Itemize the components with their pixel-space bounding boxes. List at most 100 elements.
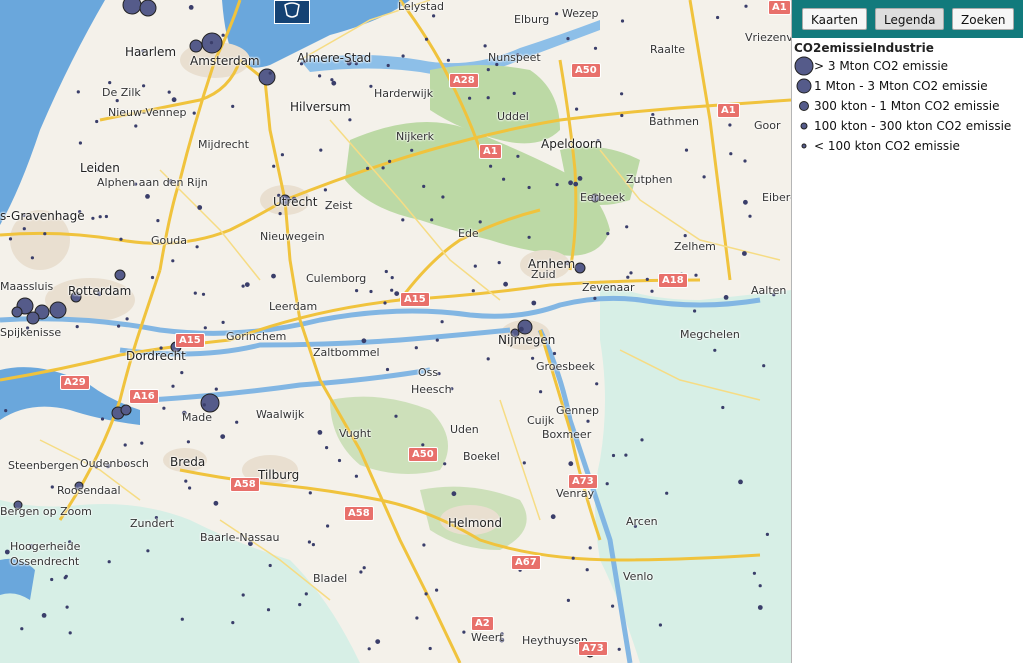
- highway-shield: A73: [568, 474, 598, 489]
- emission-marker-tiny: [575, 107, 579, 111]
- emission-marker-tiny: [369, 289, 373, 294]
- emission-marker-tiny: [605, 482, 609, 486]
- emission-marker-tiny: [50, 485, 54, 489]
- city-label: Eerbeek: [580, 191, 626, 204]
- city-label: Haarlem: [125, 45, 177, 59]
- emission-marker-tiny: [203, 326, 207, 330]
- emission-marker-tiny: [486, 357, 490, 361]
- emission-marker-large[interactable]: [258, 68, 276, 86]
- city-label: Dordrecht: [126, 349, 186, 363]
- emission-marker-tiny: [742, 251, 747, 256]
- highway-shield: A28: [449, 73, 479, 88]
- city-label: Ede: [458, 227, 479, 240]
- circle-small-icon: [800, 122, 808, 130]
- emission-marker-tiny: [723, 295, 729, 300]
- city-label: Weert: [471, 631, 504, 644]
- emission-marker-tiny: [355, 289, 359, 293]
- emission-marker-tiny: [522, 461, 526, 465]
- emission-marker-tiny: [214, 387, 218, 391]
- emission-marker-tiny: [743, 159, 747, 163]
- emission-marker-tiny: [422, 184, 426, 188]
- emission-marker-large[interactable]: [200, 393, 220, 413]
- emission-marker-tiny: [272, 164, 276, 168]
- city-label: Gorinchem: [226, 330, 287, 343]
- emission-marker-tiny: [721, 405, 725, 410]
- emission-marker-tiny: [414, 346, 418, 350]
- emission-marker-tiny: [330, 78, 334, 82]
- emission-marker-tiny: [319, 148, 323, 152]
- city-label: Steenbergen: [8, 459, 79, 472]
- emission-marker-tiny: [180, 617, 184, 621]
- emission-marker-tiny: [394, 291, 400, 296]
- emission-marker-medium[interactable]: [11, 306, 23, 318]
- emission-marker-tiny: [757, 605, 763, 610]
- emission-marker-tiny: [388, 159, 392, 163]
- emission-marker-tiny: [729, 152, 733, 156]
- highway-shield: A15: [400, 292, 430, 307]
- emission-marker-tiny: [684, 148, 689, 152]
- emission-marker-medium[interactable]: [189, 39, 203, 53]
- emission-marker-large[interactable]: [49, 301, 67, 319]
- city-label: De Zilk: [102, 86, 141, 99]
- emission-marker-tiny: [68, 631, 72, 635]
- legend-item: 1 Mton - 3 Mton CO2 emissie: [794, 76, 1022, 96]
- rijksoverheid-logo: [274, 0, 310, 24]
- emission-marker-medium[interactable]: [517, 319, 533, 335]
- emission-marker-tiny: [748, 214, 752, 218]
- city-label: Harderwijk: [374, 87, 434, 100]
- kaarten-button[interactable]: Kaarten: [802, 8, 867, 30]
- emission-marker-tiny: [624, 453, 628, 457]
- emission-marker-tiny: [366, 166, 370, 170]
- city-label: Culemborg: [306, 272, 367, 285]
- emission-marker-tiny: [658, 623, 663, 627]
- emission-marker-large[interactable]: [139, 0, 157, 17]
- city-label: Eibergen: [762, 191, 791, 204]
- emission-marker-tiny: [268, 563, 272, 568]
- emission-marker-tiny: [566, 37, 570, 41]
- emission-marker-medium[interactable]: [114, 269, 126, 281]
- emission-marker-tiny: [30, 256, 34, 260]
- emission-marker-tiny: [95, 119, 99, 124]
- city-label: Gennep: [556, 404, 599, 417]
- emission-marker-tiny: [435, 338, 439, 342]
- emission-marker-medium[interactable]: [26, 311, 40, 325]
- emission-marker-tiny: [620, 19, 625, 23]
- emission-marker-tiny: [586, 419, 590, 423]
- city-label: Waalwijk: [256, 408, 305, 421]
- city-label: Boxmeer: [542, 428, 592, 441]
- city-label: Megchelen: [680, 328, 740, 341]
- emission-marker-tiny: [311, 543, 315, 547]
- emission-marker-tiny: [63, 576, 67, 580]
- emission-marker-tiny: [20, 627, 24, 631]
- emission-marker-medium[interactable]: [120, 404, 132, 416]
- emission-marker-tiny: [140, 441, 144, 445]
- emission-marker-tiny: [552, 351, 557, 356]
- emission-marker-tiny: [441, 195, 445, 199]
- emission-marker-tiny: [235, 420, 239, 424]
- city-label: Elburg: [514, 13, 550, 26]
- highway-shield: A2: [471, 616, 494, 631]
- emission-marker-tiny: [568, 180, 573, 186]
- emission-marker-tiny: [626, 275, 630, 279]
- emission-marker-tiny: [195, 245, 199, 249]
- emission-marker-medium[interactable]: [574, 262, 586, 274]
- emission-marker-tiny: [611, 453, 616, 458]
- emission-marker-tiny: [381, 166, 385, 170]
- emission-marker-tiny: [184, 479, 188, 483]
- city-label: Maassluis: [0, 280, 54, 293]
- map-view[interactable]: Lelystad Elburg Wezep Raalte Vriezenve Haarle…: [0, 0, 791, 663]
- zoeken-button[interactable]: Zoeken: [952, 8, 1015, 30]
- emission-marker-tiny: [440, 320, 444, 324]
- legend-item: 100 kton - 300 kton CO2 emissie: [794, 116, 1022, 136]
- city-label: s-Gravenhage: [0, 209, 85, 223]
- emission-marker-tiny: [171, 259, 175, 263]
- city-label: Bathmen: [649, 115, 700, 128]
- city-label: Baarle-Nassau: [200, 531, 280, 544]
- emission-marker-tiny: [593, 296, 597, 300]
- emission-marker-tiny: [326, 524, 330, 528]
- emission-marker-large[interactable]: [122, 0, 142, 15]
- legend-item-label: 300 kton - 1 Mton CO2 emissie: [814, 99, 1000, 113]
- emission-marker-tiny: [104, 214, 108, 219]
- legenda-button[interactable]: Legenda: [875, 8, 945, 30]
- emission-marker-tiny: [150, 275, 155, 280]
